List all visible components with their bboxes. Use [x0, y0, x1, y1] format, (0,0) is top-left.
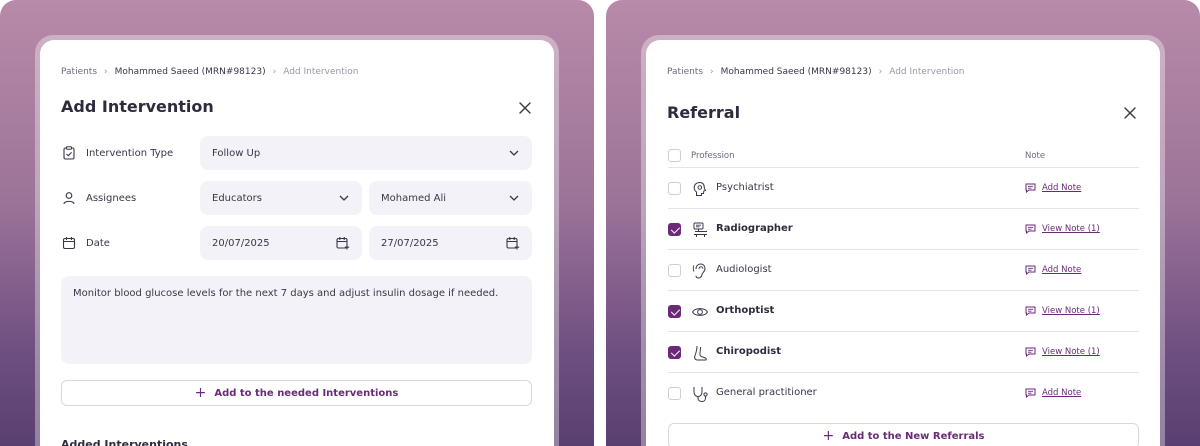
add-intervention-button[interactable]: + Add to the needed Interventions [61, 380, 532, 406]
assignees-text: Assignees [86, 192, 137, 204]
add-referrals-button[interactable]: + Add to the New Referrals [668, 423, 1139, 446]
referral-row-orthoptist[interactable]: Orthoptist View Note (1) [668, 292, 1139, 332]
row-checkbox[interactable] [668, 223, 681, 236]
stethoscope-icon [693, 387, 708, 403]
note-link-text: Add Note [1042, 183, 1082, 193]
add-intervention-card: Patients › Mohammed Saeed (MRN#98123) › … [40, 40, 554, 446]
breadcrumb-patient[interactable]: Mohammed Saeed (MRN#98123) [721, 67, 872, 77]
intervention-note-textarea[interactable]: Monitor blood glucose levels for the nex… [61, 276, 532, 364]
chevron-down-icon [509, 195, 519, 201]
row-checkbox[interactable] [668, 346, 681, 359]
intervention-type-text: Intervention Type [86, 147, 174, 159]
end-date-input[interactable]: 27/07/2025 [369, 226, 532, 260]
referral-row-audiologist[interactable]: Audiologist Add Note [668, 251, 1139, 291]
breadcrumb-patient[interactable]: Mohammed Saeed (MRN#98123) [115, 67, 266, 77]
intervention-type-select[interactable]: Follow Up [200, 136, 532, 170]
end-date-value: 27/07/2025 [381, 237, 439, 249]
profession-name: Psychiatrist [716, 182, 774, 193]
intervention-type-label: Intervention Type [62, 146, 173, 160]
add-note-link[interactable]: Add Note [1025, 388, 1081, 398]
calendar-add-icon[interactable] [336, 236, 350, 250]
breadcrumb: Patients › Mohammed Saeed (MRN#98123) › … [667, 67, 964, 77]
intervention-type-value: Follow Up [212, 147, 261, 159]
profession-name: Orthoptist [716, 305, 775, 316]
chevron-right-icon: › [104, 67, 108, 77]
foot-icon [694, 345, 707, 361]
note-link-text: Add Note [1042, 388, 1082, 398]
right-background: Patients › Mohammed Saeed (MRN#98123) › … [606, 0, 1200, 446]
close-icon[interactable] [518, 101, 532, 115]
message-icon [1025, 388, 1036, 398]
row-checkbox[interactable] [668, 264, 681, 277]
ear-icon [692, 263, 706, 279]
profession-name: Audiologist [716, 264, 772, 275]
page-title: Add Intervention [61, 97, 214, 116]
added-interventions-heading: Added Interventions [61, 438, 188, 446]
profession-name: Radiographer [716, 223, 793, 234]
referral-row-radiographer[interactable]: Radiographer View Note (1) [668, 210, 1139, 250]
referral-row-chiropodist[interactable]: Chiropodist View Note (1) [668, 333, 1139, 373]
view-note-link[interactable]: View Note (1) [1025, 347, 1100, 357]
xray-machine-icon [693, 222, 707, 237]
select-all-checkbox[interactable] [668, 149, 681, 162]
left-background: Patients › Mohammed Saeed (MRN#98123) › … [0, 0, 594, 446]
note-link-text: View Note (1) [1042, 306, 1100, 316]
view-note-link[interactable]: View Note (1) [1025, 224, 1100, 234]
referral-table-header: Profession Note [668, 148, 1139, 168]
assignee-person-value: Mohamed Ali [381, 192, 447, 204]
profession-name: Chiropodist [716, 346, 782, 357]
plus-icon: + [194, 385, 207, 401]
calendar-add-icon[interactable] [506, 236, 520, 250]
user-icon [63, 192, 75, 205]
chevron-down-icon [339, 195, 349, 201]
assignee-person-select[interactable]: Mohamed Ali [369, 181, 532, 215]
row-checkbox[interactable] [668, 387, 681, 400]
plus-icon: + [822, 428, 835, 444]
message-icon [1025, 224, 1036, 234]
profession-column-header: Profession [691, 151, 735, 161]
note-column-header: Note [1025, 151, 1046, 161]
start-date-value: 20/07/2025 [212, 237, 270, 249]
brain-icon [693, 181, 707, 196]
breadcrumb-patients[interactable]: Patients [667, 67, 703, 77]
chevron-down-icon [509, 150, 519, 156]
chevron-right-icon: › [272, 67, 277, 77]
breadcrumb-current: Add Intervention [283, 67, 359, 77]
chevron-right-icon: › [710, 67, 714, 77]
note-link-text: Add Note [1042, 265, 1082, 275]
date-text: Date [86, 237, 110, 249]
referral-card: Patients › Mohammed Saeed (MRN#98123) › … [646, 40, 1160, 446]
chevron-right-icon: › [878, 67, 883, 77]
date-label: Date [62, 236, 110, 250]
add-note-link[interactable]: Add Note [1025, 183, 1081, 193]
referral-row-psychiatrist[interactable]: Psychiatrist Add Note [668, 169, 1139, 209]
row-checkbox[interactable] [668, 305, 681, 318]
message-icon [1025, 306, 1036, 316]
view-note-link[interactable]: View Note (1) [1025, 306, 1100, 316]
start-date-input[interactable]: 20/07/2025 [200, 226, 362, 260]
breadcrumb-current: Add Intervention [889, 67, 965, 77]
note-link-text: View Note (1) [1042, 224, 1100, 234]
message-icon [1025, 347, 1036, 357]
profession-name: General practitioner [716, 387, 817, 398]
assignees-label: Assignees [62, 191, 136, 205]
row-checkbox[interactable] [668, 182, 681, 195]
assignee-group-select[interactable]: Educators [200, 181, 362, 215]
page-title: Referral [667, 103, 741, 122]
add-intervention-button-label: Add to the needed Interventions [214, 387, 399, 399]
breadcrumb-patients[interactable]: Patients [61, 67, 97, 77]
calendar-icon [62, 237, 76, 250]
referral-row-general-practitioner[interactable]: General practitioner Add Note [668, 374, 1139, 414]
close-icon[interactable] [1123, 106, 1137, 120]
note-link-text: View Note (1) [1042, 347, 1100, 357]
breadcrumb: Patients › Mohammed Saeed (MRN#98123) › … [61, 67, 358, 77]
eye-icon [691, 308, 709, 316]
clipboard-check-icon [63, 146, 75, 160]
message-icon [1025, 265, 1036, 275]
add-note-link[interactable]: Add Note [1025, 265, 1081, 275]
assignee-group-value: Educators [212, 192, 262, 204]
message-icon [1025, 183, 1036, 193]
add-referrals-button-label: Add to the New Referrals [842, 430, 985, 442]
